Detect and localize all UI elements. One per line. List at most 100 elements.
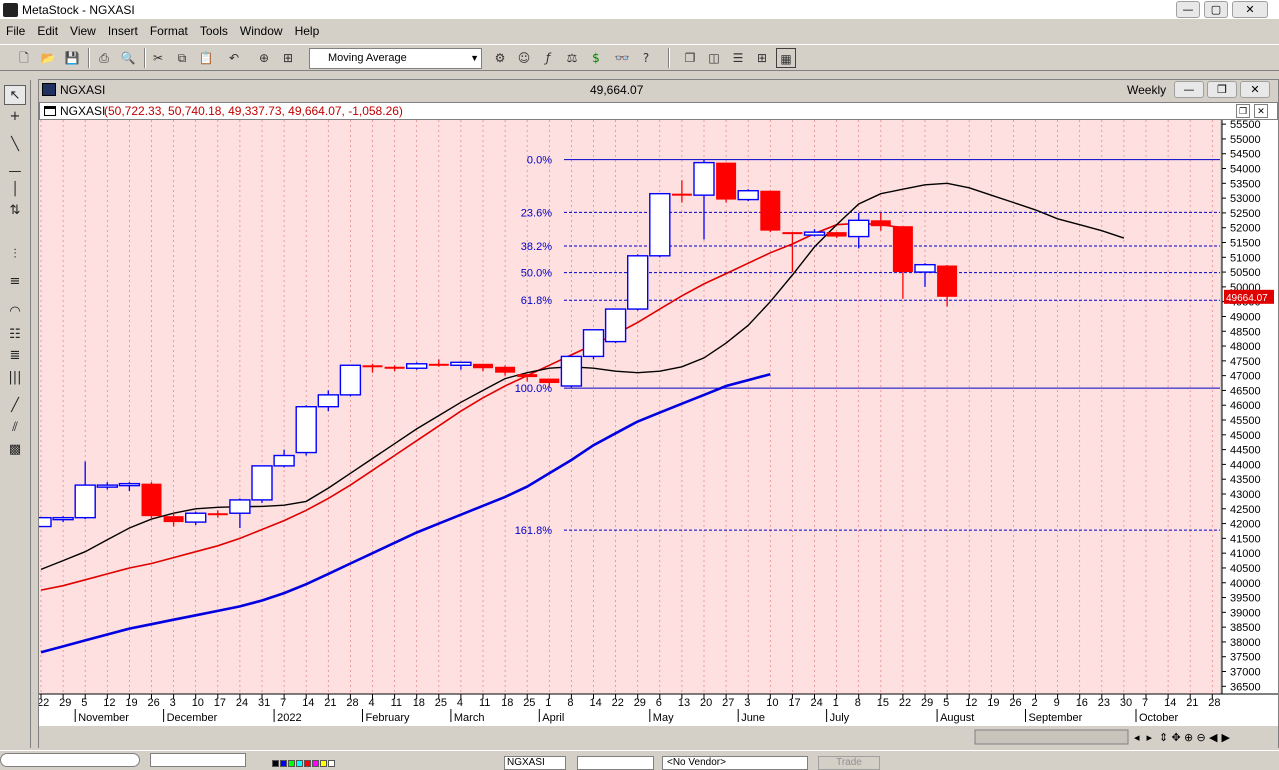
- candle-body: [539, 378, 560, 384]
- x-day-label: 21: [324, 697, 336, 709]
- crosshair-tool-icon[interactable]: +: [4, 107, 26, 127]
- menu-bar: File Edit View Insert Format Tools Window Help: [0, 22, 1279, 42]
- x-day-label: 2: [1032, 697, 1038, 709]
- cascade-icon[interactable]: ❐: [680, 48, 700, 68]
- candle-body: [737, 190, 759, 201]
- menu-edit[interactable]: Edit: [31, 22, 64, 38]
- cut-icon[interactable]: ✂: [148, 48, 168, 68]
- y-tick-label: 40000: [1230, 578, 1261, 590]
- help-pointer-icon[interactable]: ?: [636, 48, 656, 68]
- color-swatch-blue[interactable]: [280, 760, 287, 767]
- candle: [295, 405, 317, 456]
- metastock-app-icon: [3, 3, 18, 17]
- menu-help[interactable]: Help: [289, 22, 326, 38]
- color-swatch-yellow[interactable]: [320, 760, 327, 767]
- close-button[interactable]: ✕: [1232, 1, 1268, 18]
- fibonacci-fan-tool-icon[interactable]: ◠: [4, 302, 26, 322]
- print-icon[interactable]: ⎙: [94, 48, 114, 68]
- pointer-tool-icon[interactable]: ↖: [4, 85, 26, 105]
- dollar-icon[interactable]: $: [586, 48, 606, 68]
- x-day-label: 3: [744, 697, 750, 709]
- cycle-lines-tool-icon[interactable]: ⫶: [4, 245, 26, 265]
- minimize-button[interactable]: —: [1176, 1, 1200, 18]
- y-tick-label: 36500: [1230, 681, 1261, 693]
- tile-horizontal-icon[interactable]: ☰: [728, 48, 748, 68]
- vertical-line-tool-icon[interactable]: │: [4, 180, 26, 200]
- formula-icon[interactable]: ƒ: [538, 48, 558, 68]
- menu-format[interactable]: Format: [144, 22, 194, 38]
- fibonacci-arcs-tool-icon[interactable]: ≡: [4, 272, 26, 292]
- undo-icon[interactable]: ↶: [224, 48, 244, 68]
- candle-body: [582, 329, 605, 358]
- x-day-label: 12: [965, 697, 977, 709]
- fibonacci-timezones-tool-icon[interactable]: ≣: [4, 346, 26, 366]
- horizontal-line-tool-icon[interactable]: —: [4, 162, 26, 182]
- zoom-icon[interactable]: ⊞: [278, 48, 298, 68]
- cycle-tool-icon[interactable]: |||: [4, 368, 26, 388]
- indicator-select[interactable]: Moving Average ▼: [309, 48, 482, 69]
- x-day-label: 14: [590, 697, 602, 709]
- menu-file[interactable]: File: [0, 22, 31, 38]
- tile-vertical-icon[interactable]: ◫: [704, 48, 724, 68]
- doc-minimize-button[interactable]: —: [1174, 81, 1204, 98]
- inner-restore-button[interactable]: ❐: [1236, 104, 1250, 118]
- chart-nav-icon: ▶: [1222, 731, 1231, 744]
- indicator-builder-icon[interactable]: ⚙: [490, 48, 510, 68]
- candle-body: [604, 308, 627, 343]
- y-tick-label: 53000: [1230, 193, 1261, 205]
- copy-icon[interactable]: ⧉: [172, 48, 192, 68]
- bottom-left-control[interactable]: [0, 753, 140, 767]
- bottom-combo-1[interactable]: [150, 753, 246, 767]
- menu-tools[interactable]: Tools: [194, 22, 234, 38]
- color-swatch-green[interactable]: [288, 760, 295, 767]
- x-day-label: 15: [877, 697, 889, 709]
- y-tick-label: 39000: [1230, 607, 1261, 619]
- color-swatch-red[interactable]: [304, 760, 311, 767]
- doc-close-button[interactable]: ✕: [1240, 81, 1270, 98]
- candle: [560, 355, 583, 388]
- explorer-icon[interactable]: 👓: [612, 48, 632, 68]
- x-day-label: 11: [391, 697, 402, 709]
- price-chart[interactable]: 22 29 5 12 19 26 3 10 17 24 31 7 14 21 28 4 11 18 25 4 11 18 2…: [39, 120, 1278, 749]
- trendline-tool-icon[interactable]: ╲: [4, 135, 26, 155]
- tile-grid-icon[interactable]: ⊞: [752, 48, 772, 68]
- candle-body: [384, 366, 405, 369]
- y-tick-label: 46000: [1230, 400, 1261, 412]
- print-preview-icon[interactable]: 🔍: [118, 48, 138, 68]
- new-icon[interactable]: 🗋: [14, 48, 34, 68]
- color-swatch-black[interactable]: [272, 760, 279, 767]
- x-day-label: 31: [258, 697, 270, 709]
- color-swatch-white[interactable]: [328, 760, 335, 767]
- candle: [141, 482, 162, 520]
- speed-lines-tool-icon[interactable]: ╱: [4, 396, 26, 416]
- x-day-label: 4: [369, 697, 375, 709]
- candle-body: [406, 363, 428, 369]
- inner-close-button[interactable]: ✕: [1254, 104, 1268, 118]
- save-icon[interactable]: 💾: [62, 48, 82, 68]
- fibonacci-retracement-tool-icon[interactable]: ☷: [4, 325, 26, 345]
- maximize-button[interactable]: ▢: [1204, 1, 1228, 18]
- menu-window[interactable]: Window: [234, 22, 289, 38]
- x-day-label: 8: [567, 697, 573, 709]
- x-day-label: 25: [523, 697, 535, 709]
- system-tester-icon[interactable]: ⚖: [562, 48, 582, 68]
- color-swatch-magenta[interactable]: [312, 760, 319, 767]
- buy-sell-arrow-tool-icon[interactable]: ⇅: [4, 201, 26, 221]
- arrange-icon[interactable]: ▦: [776, 48, 796, 68]
- x-day-label: 30: [1120, 697, 1132, 709]
- x-day-label: 19: [987, 697, 999, 709]
- x-day-label: 13: [678, 697, 690, 709]
- paste-icon[interactable]: 📋: [196, 48, 216, 68]
- expert-advisor-icon[interactable]: ☺: [514, 48, 534, 68]
- x-month-label: May: [653, 712, 674, 724]
- doc-restore-button[interactable]: ❐: [1207, 81, 1237, 98]
- crosshair-icon[interactable]: ⊕: [254, 48, 274, 68]
- menu-view[interactable]: View: [64, 22, 102, 38]
- y-tick-label: 45000: [1230, 430, 1261, 442]
- open-icon[interactable]: 📂: [38, 48, 58, 68]
- menu-insert[interactable]: Insert: [102, 22, 144, 38]
- color-swatch-cyan[interactable]: [296, 760, 303, 767]
- y-tick-label: 43000: [1230, 489, 1261, 501]
- grid-tool-icon[interactable]: ▩: [4, 440, 26, 460]
- gann-fan-tool-icon[interactable]: ⫽: [4, 418, 26, 438]
